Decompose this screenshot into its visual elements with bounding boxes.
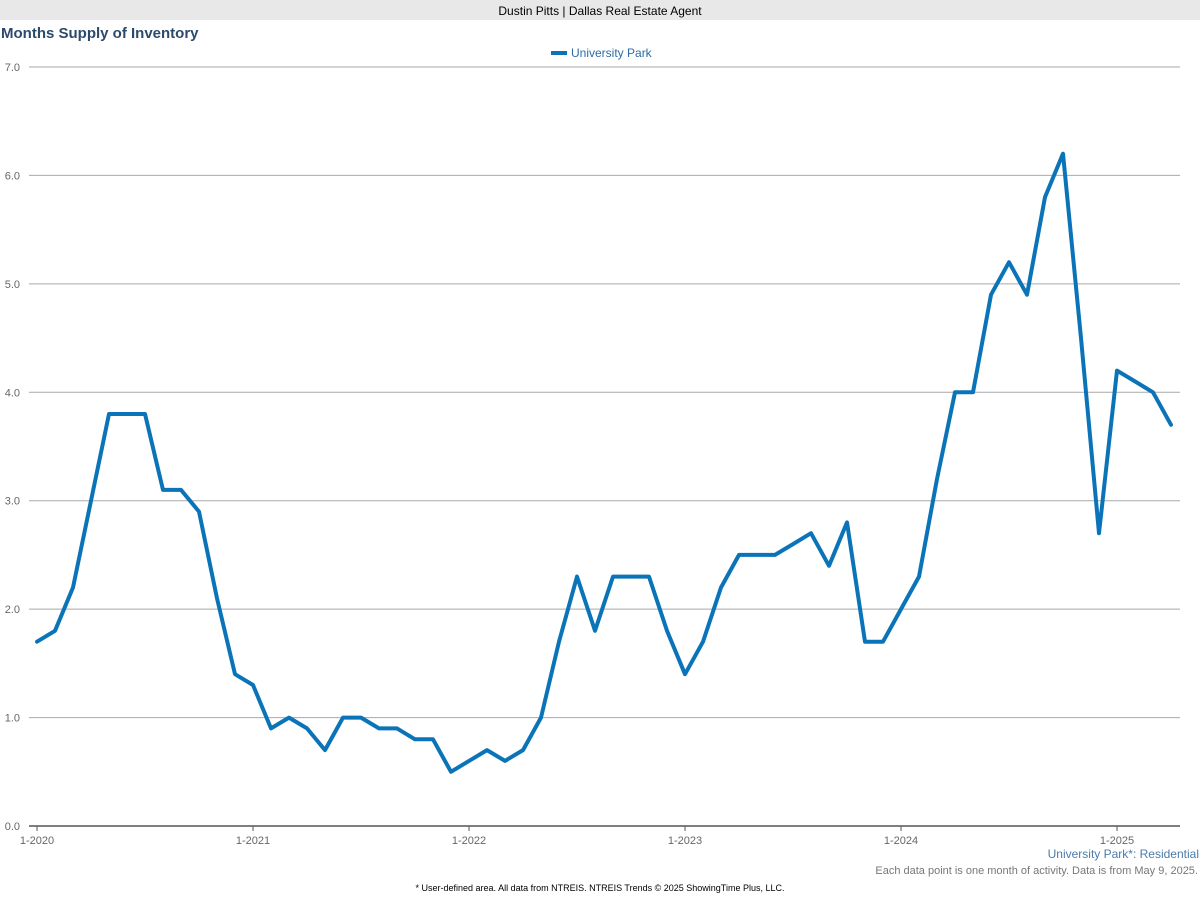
y-tick-label: 4.0 [5, 387, 20, 399]
x-tick-label: 1-2020 [20, 835, 54, 847]
area-label: University Park*: Residential [1047, 847, 1199, 861]
x-tick-label: 1-2024 [884, 835, 918, 847]
x-tick-label: 1-2023 [668, 835, 702, 847]
y-tick-label: 5.0 [5, 279, 20, 291]
y-tick-label: 7.0 [5, 62, 20, 74]
y-axis-ticks: 0.0 1.0 2.0 3.0 4.0 5.0 6.0 7.0 [5, 62, 20, 833]
data-note: Each data point is one month of activity… [875, 865, 1198, 877]
x-axis: 1-2020 1-2021 1-2022 1-2023 1-2024 1-2025 [20, 825, 1180, 847]
y-tick-label: 1.0 [5, 713, 20, 725]
x-tick-label: 1-2022 [452, 835, 486, 847]
x-tick-label: 1-2025 [1100, 835, 1134, 847]
y-tick-label: 0.0 [5, 821, 20, 833]
chart-svg: 0.01.02.03.04.05.06.07.0 1-2020 1-2021 1-2… [5, 62, 1180, 847]
x-tick-label: 1-2021 [236, 835, 270, 847]
y-tick-label: 2.0 [5, 604, 20, 616]
y-tick-label: 3.0 [5, 496, 20, 508]
footer-credit: * User-defined area. All data from NTREI… [415, 883, 785, 893]
y-tick-label: 6.0 [5, 170, 20, 182]
gridlines [29, 66, 1180, 719]
series-layer [35, 151, 1173, 774]
series-line-university-park [35, 151, 1173, 774]
